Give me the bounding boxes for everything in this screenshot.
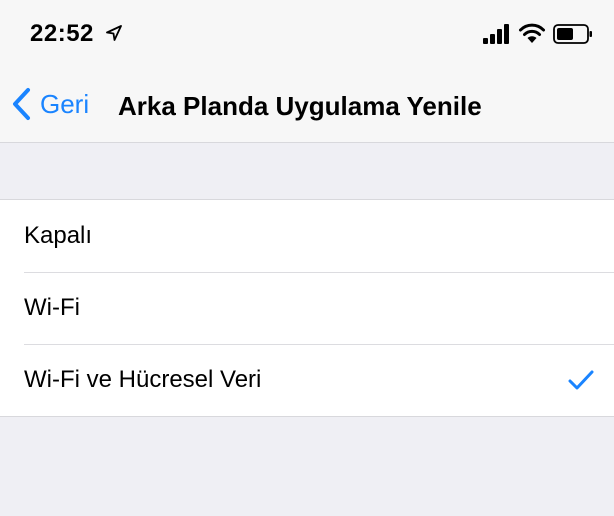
option-label: Wi-Fi	[24, 294, 80, 321]
chevron-left-icon	[13, 88, 30, 120]
navigation-bar: Geri Arka Planda Uygulama Yenile	[0, 64, 614, 143]
back-label: Geri	[40, 88, 90, 119]
status-bar: 22:52	[0, 0, 614, 64]
option-wifi[interactable]: Wi-Fi	[0, 272, 614, 344]
battery-icon	[553, 24, 592, 44]
refresh-options-list: Kapalı Wi-Fi Wi-Fi ve Hücresel Veri	[0, 199, 614, 417]
back-button[interactable]: Geri	[10, 86, 89, 122]
status-time: 22:52	[30, 20, 94, 47]
checkmark-icon	[568, 370, 594, 390]
page-title: Arka Planda Uygulama Yenile	[118, 91, 482, 121]
wifi-icon	[519, 23, 545, 43]
option-wifi-and-cellular[interactable]: Wi-Fi ve Hücresel Veri	[0, 344, 614, 416]
cellular-signal-icon	[483, 24, 509, 44]
option-label: Kapalı	[24, 222, 93, 249]
option-off[interactable]: Kapalı	[0, 200, 614, 272]
option-label: Wi-Fi ve Hücresel Veri	[24, 366, 262, 393]
location-arrow-icon	[106, 25, 122, 41]
